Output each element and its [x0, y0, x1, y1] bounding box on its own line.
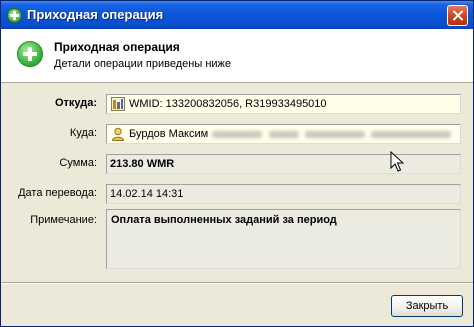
note-value: Оплата выполненных заданий за период: [111, 214, 337, 226]
dialog-header: Приходная операция Детали операции приве…: [1, 29, 473, 83]
to-value: Бурдов Максим: [129, 128, 209, 140]
header-subtitle: Детали операции приведены ниже: [54, 58, 232, 70]
footer-divider: [1, 282, 473, 284]
from-label: Откуда:: [54, 97, 97, 109]
redacted-text: [212, 131, 262, 138]
date-value: 14.02.14 14:31: [110, 188, 184, 200]
to-label: Куда:: [69, 127, 97, 139]
date-field[interactable]: 14.02.14 14:31: [106, 184, 461, 204]
webmoney-wmid-icon: [111, 97, 125, 111]
redacted-text: [371, 131, 451, 138]
amount-label: Сумма:: [59, 157, 97, 169]
from-value: WMID: 133200832056, R319933495010: [129, 98, 327, 110]
to-field[interactable]: Бурдов Максим: [106, 124, 461, 144]
redacted-text: [305, 131, 365, 138]
date-label: Дата перевода:: [18, 187, 97, 199]
header-title: Приходная операция: [54, 40, 180, 54]
note-label: Примечание:: [30, 214, 97, 226]
window-title: Приходная операция: [27, 7, 164, 22]
amount-value: 213.80 WMR: [110, 158, 175, 170]
transaction-dialog: Приходная операция Приходная операция Де…: [0, 0, 474, 327]
note-field[interactable]: Оплата выполненных заданий за период: [106, 209, 461, 269]
plus-circle-icon: [7, 8, 22, 23]
redacted-text: [269, 131, 299, 138]
close-icon[interactable]: [447, 5, 468, 26]
plus-circle-icon: [17, 41, 43, 67]
title-bar[interactable]: Приходная операция: [1, 1, 473, 29]
close-button[interactable]: Закрыть: [391, 295, 463, 317]
person-icon: [111, 127, 125, 141]
from-field[interactable]: WMID: 133200832056, R319933495010: [106, 94, 461, 114]
amount-field[interactable]: 213.80 WMR: [106, 154, 461, 174]
mouse-pointer-icon: [390, 151, 404, 172]
